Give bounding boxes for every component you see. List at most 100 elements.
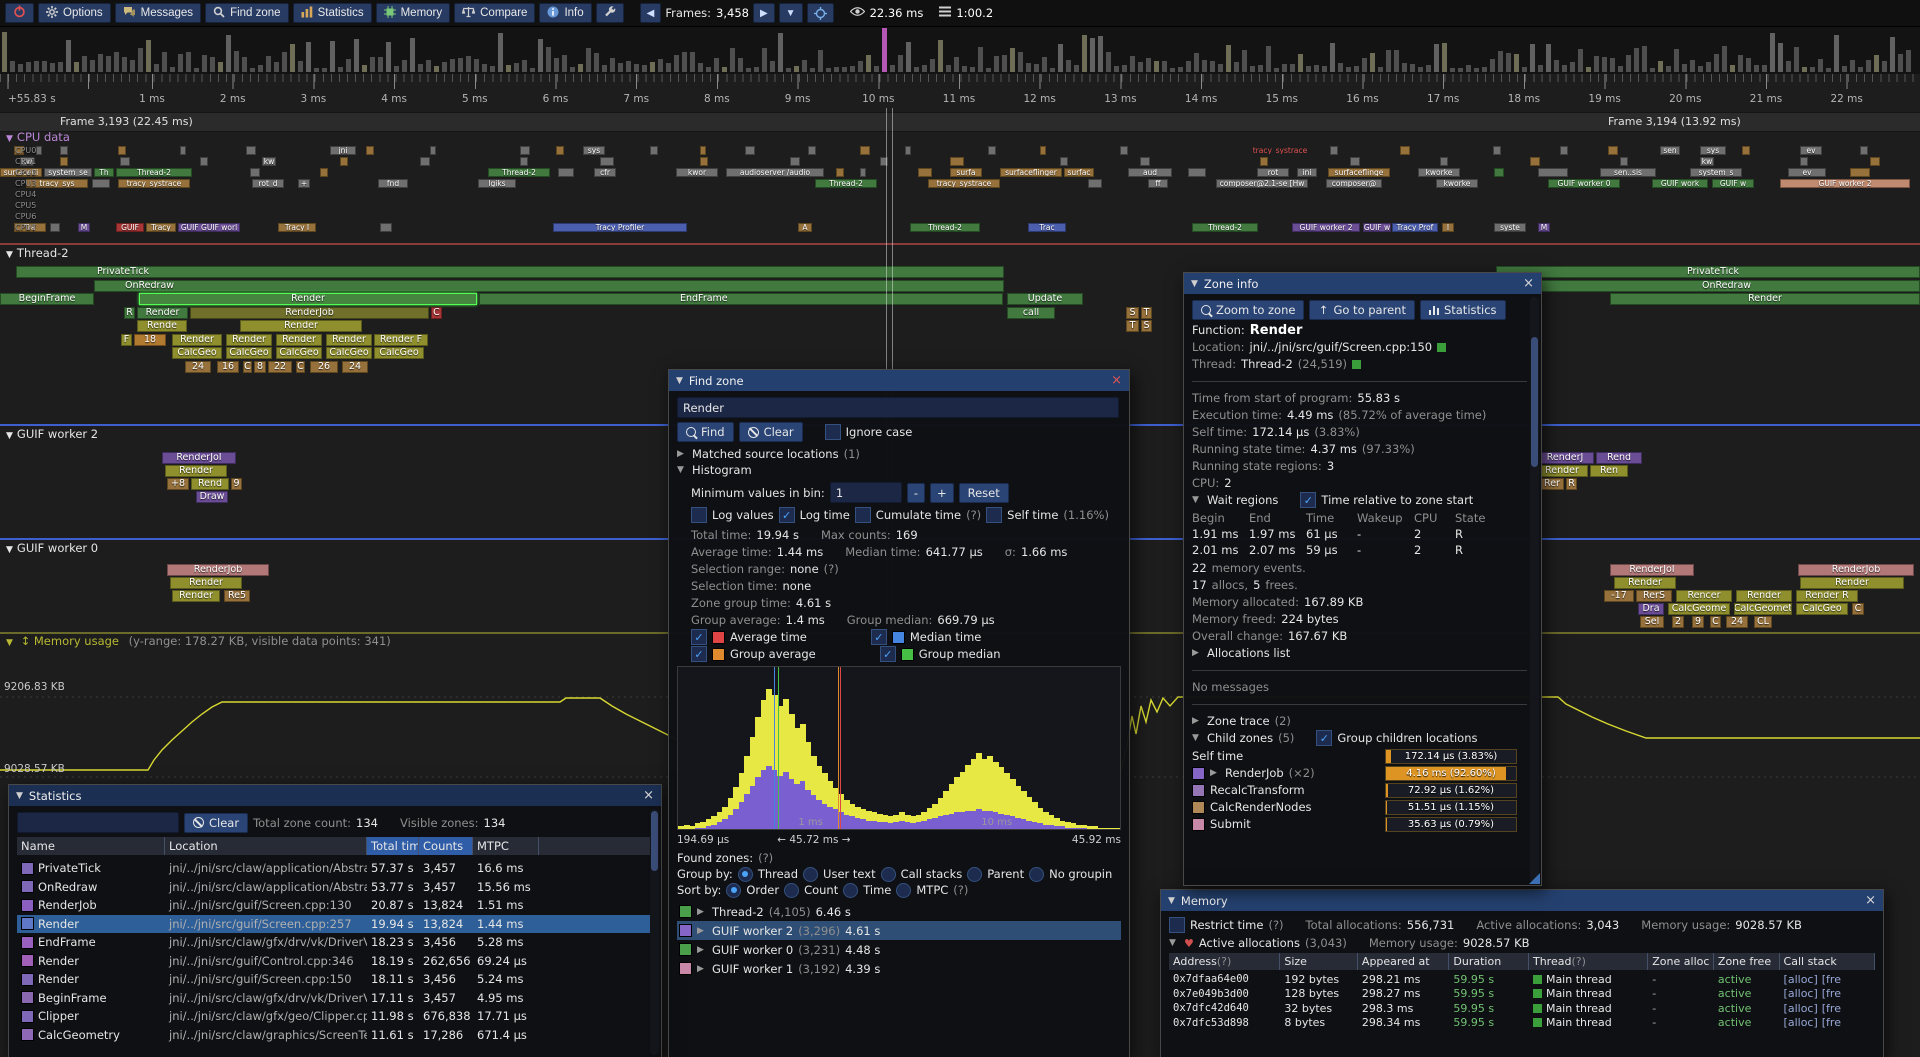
collapse-arrow[interactable]: ▼ [6, 250, 13, 260]
frame-bar[interactable] [1202, 60, 1207, 72]
frame-bar[interactable] [98, 54, 103, 72]
checkbox[interactable]: ✓ [1300, 492, 1316, 508]
frame-bar[interactable] [1370, 53, 1375, 72]
frame-bar[interactable] [914, 67, 919, 72]
frame-bar[interactable] [930, 59, 935, 72]
frame-bar[interactable] [1426, 65, 1431, 72]
zone[interactable]: Render [1536, 465, 1588, 477]
frame-bar[interactable] [74, 62, 79, 72]
frame-bar[interactable] [1658, 61, 1663, 72]
frame-bar[interactable] [1546, 44, 1551, 72]
zone[interactable]: RenderJoI [1610, 564, 1694, 576]
frame-bar[interactable] [370, 57, 375, 72]
zone[interactable] [1530, 157, 1540, 166]
frame-bar[interactable] [682, 52, 687, 72]
zone[interactable]: CalcGeo [326, 347, 372, 359]
zone[interactable]: Thread-2 [910, 223, 980, 232]
zone[interactable]: CalcGeo [172, 347, 222, 359]
frame-bar[interactable] [898, 55, 903, 72]
frame-bar[interactable] [730, 48, 735, 72]
zone[interactable]: R [1566, 478, 1577, 490]
zone[interactable]: GUIF w [1363, 223, 1391, 232]
checkbox[interactable]: ✓ [779, 507, 795, 523]
zone[interactable]: RenderJob [1798, 564, 1914, 576]
zone[interactable] [1350, 157, 1360, 166]
frame-bar[interactable] [1586, 67, 1591, 72]
frame-bar[interactable] [546, 47, 551, 72]
frame-bar[interactable] [1058, 44, 1063, 72]
frame-bar[interactable] [1498, 51, 1503, 72]
collapse-arrow[interactable]: ▶ [697, 964, 707, 974]
frame-bar[interactable] [2, 32, 7, 72]
frame-bar[interactable] [330, 41, 335, 72]
zone[interactable] [1400, 146, 1410, 155]
frame-bar[interactable] [746, 68, 751, 72]
zone[interactable]: CalcGeomet [1734, 603, 1792, 615]
zone[interactable] [558, 168, 574, 177]
frame-bar[interactable] [242, 57, 247, 72]
zone[interactable]: Render [172, 334, 222, 346]
frame-bar[interactable] [1898, 54, 1903, 72]
frame-bar[interactable] [1674, 49, 1679, 72]
frame-bar[interactable] [850, 66, 855, 72]
find-button[interactable]: Find [677, 422, 734, 442]
zone[interactable] [1538, 168, 1568, 177]
frame-bar[interactable] [66, 40, 71, 72]
frame-bar[interactable] [530, 68, 535, 72]
zone[interactable]: Render [1800, 577, 1904, 589]
scrollbar[interactable] [650, 809, 659, 1055]
zone[interactable] [790, 157, 800, 166]
frame-bar[interactable] [978, 47, 983, 72]
zone[interactable]: M [1538, 223, 1550, 232]
frame-bar[interactable] [1858, 67, 1863, 72]
zone[interactable] [120, 157, 130, 166]
zone[interactable]: Th [94, 168, 114, 177]
frame-bar[interactable] [1082, 35, 1087, 72]
zone[interactable]: surfa [950, 168, 982, 177]
collapse-arrow[interactable]: ▶ [697, 926, 707, 936]
allocation-row[interactable]: 0x7dfaa64e00192 bytes298.21 ms59.95 sMai… [1169, 972, 1875, 987]
frame-bar[interactable] [1530, 44, 1535, 72]
close-icon[interactable]: × [1865, 894, 1876, 907]
column-header-call-stack[interactable]: Call stack [1780, 953, 1875, 970]
frame-bar[interactable] [418, 64, 423, 72]
radio-button[interactable] [881, 867, 896, 882]
zone[interactable] [180, 146, 186, 155]
zone[interactable]: tracy_systrace [118, 179, 190, 188]
column-header-address[interactable]: Address(?) [1169, 953, 1280, 970]
wrench-button[interactable] [596, 3, 624, 23]
zone[interactable]: CalcGeo [276, 347, 322, 359]
free-link[interactable]: [fre [1822, 973, 1841, 986]
zone[interactable] [92, 179, 110, 188]
zone[interactable] [988, 146, 996, 155]
frame-bar[interactable] [1842, 66, 1847, 72]
column-header-location[interactable]: Location [165, 837, 367, 855]
frame-bar[interactable] [1458, 68, 1463, 72]
collapse-arrow[interactable]: ▼ [6, 431, 13, 441]
zone[interactable]: sys [583, 146, 605, 155]
checkbox[interactable] [986, 507, 1002, 523]
frame-bar[interactable] [762, 48, 767, 72]
frame-bar[interactable] [1170, 68, 1175, 72]
frame-bar[interactable] [1538, 65, 1543, 72]
zone[interactable] [600, 157, 614, 166]
zone[interactable]: GUIF worker 2 [1780, 179, 1910, 188]
frame-bar[interactable] [738, 58, 743, 72]
frame-bar[interactable] [1650, 68, 1655, 72]
frame-bar[interactable] [1570, 62, 1575, 72]
collapse-arrow[interactable]: ▶ [697, 945, 707, 955]
frame-bar[interactable] [282, 52, 287, 72]
frame-bar[interactable] [178, 54, 183, 72]
frame-bar[interactable] [474, 59, 479, 72]
frame-bar[interactable] [1738, 55, 1743, 72]
frame-bar[interactable] [106, 56, 111, 72]
frame-bar[interactable] [1394, 50, 1399, 72]
frame-bar[interactable] [1666, 66, 1671, 72]
zone[interactable]: composer@2.1-se [Hw [1216, 179, 1308, 188]
frame-bar[interactable] [1106, 52, 1111, 72]
column-header-zone-alloc[interactable]: Zone alloc [1648, 953, 1714, 970]
zone[interactable]: C [243, 361, 252, 373]
frame-bar[interactable] [994, 56, 999, 72]
zone[interactable]: 8 [254, 361, 266, 373]
frame-bar[interactable] [1906, 50, 1911, 72]
